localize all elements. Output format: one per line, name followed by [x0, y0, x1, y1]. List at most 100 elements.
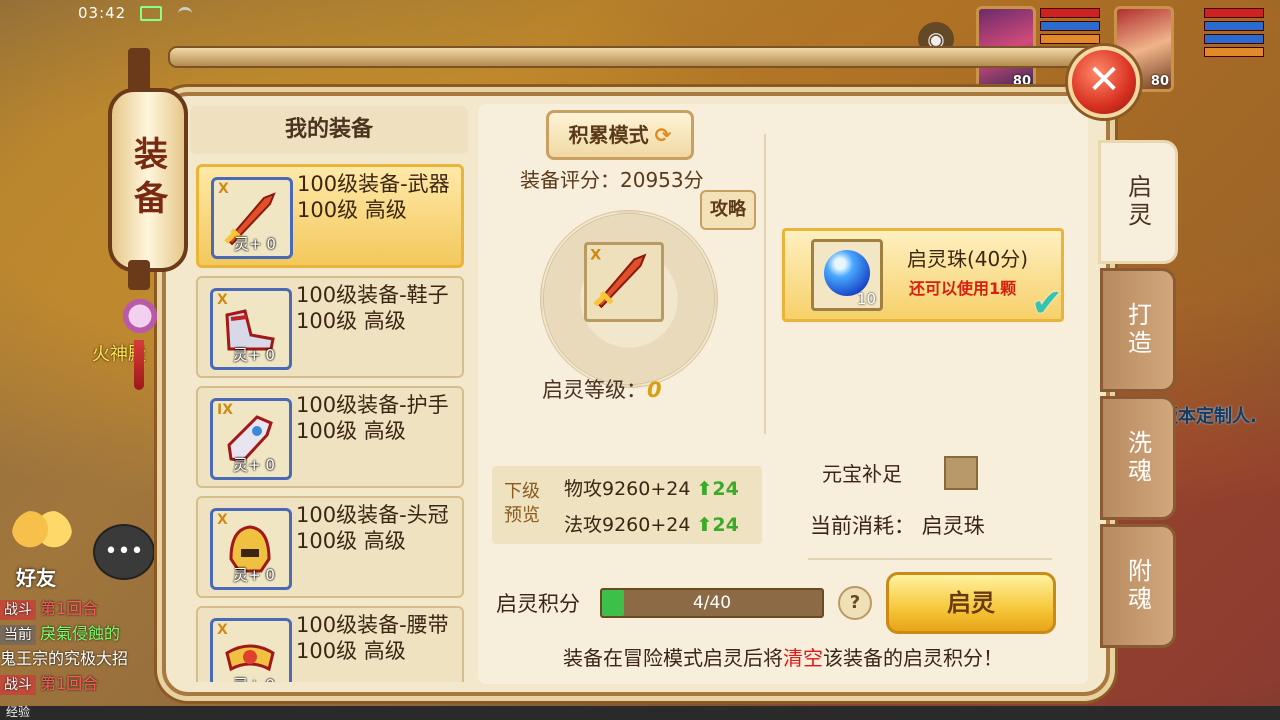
chat-text: 鬼王宗的究极大招	[0, 649, 129, 668]
gem-remaining: 还可以使用1颗	[909, 279, 1017, 298]
chat-log[interactable]: 战斗 第1回合 当前 戾氣侵蝕的 鬼王宗的究极大招 战斗 第1回合	[0, 596, 170, 696]
notice-highlight: 清空	[783, 646, 823, 670]
notice-part: 该装备的启灵积分！	[823, 646, 1003, 670]
item-name: 100级装备-护手	[296, 393, 449, 417]
checkmark-icon: ✔	[1031, 281, 1063, 325]
tab-wash-soul[interactable]: 洗魂	[1100, 396, 1176, 520]
stat-gain: 24	[712, 514, 739, 536]
item-level: 100级 高级	[296, 529, 406, 553]
item-info: 100级装备-护手 100级 高级	[296, 392, 460, 444]
notice-text: 装备在冒险模式启灵后将清空该装备的启灵积分！	[478, 642, 1088, 671]
hp-bar	[1040, 8, 1100, 18]
spirit-points-label: 启灵积分	[496, 592, 580, 616]
chat-line: 鬼王宗的究极大招	[0, 646, 170, 671]
arrow-up-icon: ⬆	[696, 514, 713, 536]
enchant-panel: 积累模式 ⟳ 装备评分：20953分 攻略 X 启灵等级：0 下级预览 物攻926…	[478, 104, 1088, 684]
player-bars	[1204, 8, 1264, 60]
tab-enchant[interactable]: 启灵	[1098, 140, 1178, 264]
chat-text: 戾氣侵蝕的	[40, 624, 121, 643]
item-rank: X	[217, 622, 228, 638]
item-name: 100级装备-鞋子	[296, 283, 449, 307]
equipment-item-belt[interactable]: X 灵+ 0 100级装备-腰带 100级 高级	[196, 606, 464, 682]
chat-line: 战斗 第1回合	[0, 596, 170, 621]
lantern-title: 装备	[108, 88, 188, 272]
item-level: 100级 高级	[296, 639, 406, 663]
equipment-item-boots[interactable]: X 灵+ 0 100级装备-鞋子 100级 高级	[196, 276, 464, 378]
tab-label: 启灵	[1123, 174, 1152, 230]
equipment-item-gauntlet[interactable]: IX 灵+ 0 100级装备-护手 100级 高级	[196, 386, 464, 488]
exp-label: 经验	[6, 705, 31, 719]
tab-attach-soul[interactable]: 附魂	[1100, 524, 1176, 648]
stat-gain: 24	[712, 478, 739, 500]
mode-button-label: 积累模式	[568, 123, 649, 147]
chat-text: 第1回合	[40, 599, 99, 618]
gauntlet-icon: IX 灵+ 0	[210, 398, 292, 480]
refresh-icon: ⟳	[654, 123, 672, 147]
hp-bar	[1204, 8, 1264, 18]
stat-text: 物攻9260+24	[564, 478, 691, 500]
tab-forge[interactable]: 打造	[1100, 268, 1176, 392]
belt-icon: X 灵+ 0	[210, 618, 292, 682]
item-level: 100级 高级	[297, 198, 407, 222]
friend-label[interactable]: 好友	[16, 562, 56, 591]
item-rank: X	[218, 181, 229, 197]
item-info: 100级装备-鞋子 100级 高级	[296, 282, 460, 334]
tab-label: 打造	[1123, 302, 1152, 358]
item-info: 100级装备-头冠 100级 高级	[296, 502, 460, 554]
friend-icon[interactable]	[12, 510, 72, 558]
pet-bars	[1040, 8, 1100, 47]
preview-title: 下级预览	[504, 481, 540, 526]
item-info: 100级装备-武器 100级 高级	[297, 171, 461, 223]
equipment-item-weapon[interactable]: X 灵+ 0 100级装备-武器 100级 高级	[196, 164, 464, 268]
mp-bar	[1040, 21, 1100, 31]
stat-magic-attack: 法攻9260+24 ⬆24	[564, 510, 739, 537]
chat-tag: 战斗	[0, 600, 36, 620]
charm-icon	[120, 296, 160, 336]
close-button[interactable]: ✕	[1068, 46, 1140, 118]
item-level: 100级 高级	[296, 309, 406, 333]
chat-tag: 战斗	[0, 675, 36, 695]
current-cost: 当前消耗： 启灵珠	[810, 514, 985, 538]
clock: 03:42	[78, 4, 127, 22]
chat-line: 当前 戾氣侵蝕的	[0, 621, 170, 646]
selected-equipment-slot[interactable]: X	[584, 242, 664, 322]
chat-text: 第1回合	[40, 674, 99, 693]
gem-count: 10	[856, 290, 876, 308]
ingot-fill-label: 元宝补足	[822, 462, 902, 486]
spirit-gem-card[interactable]: 10 启灵珠(40分) 还可以使用1颗 ✔	[782, 228, 1064, 325]
item-rank: X	[217, 512, 228, 528]
item-spirit-level: 灵+ 0	[234, 235, 276, 253]
spirit-points-progress: 4/40	[600, 588, 824, 618]
mp-bar-2	[1204, 34, 1264, 44]
stat-text: 法攻9260+24	[564, 514, 691, 536]
stat-physical-attack: 物攻9260+24 ⬆24	[564, 474, 739, 501]
equipment-item-helmet[interactable]: X 灵+ 0 100级装备-头冠 100级 高级	[196, 496, 464, 598]
spirit-level-value: 0	[647, 378, 662, 402]
item-name: 100级装备-武器	[297, 172, 450, 196]
sword-icon: X	[590, 247, 647, 309]
chat-line: 战斗 第1回合	[0, 671, 170, 696]
item-rank: X	[217, 292, 228, 308]
divider	[764, 134, 766, 434]
wifi-icon	[177, 7, 192, 20]
lantern-cap	[128, 48, 150, 92]
sword-icon: X 灵+ 0	[211, 177, 293, 259]
divider	[808, 558, 1052, 560]
sp-bar	[1040, 34, 1100, 44]
arrow-up-icon: ⬆	[696, 478, 713, 500]
ingot-fill-checkbox[interactable]	[944, 456, 978, 490]
spirit-level-row: 启灵等级：0	[542, 374, 662, 404]
item-name: 100级装备-头冠	[296, 503, 449, 527]
help-button[interactable]: ?	[838, 586, 872, 620]
helmet-icon: X 灵+ 0	[210, 508, 292, 590]
guide-button[interactable]: 攻略	[700, 190, 756, 230]
status-bar: 03:42	[78, 4, 192, 22]
close-icon: ✕	[1087, 57, 1121, 103]
sp-bar	[1204, 47, 1264, 57]
enchant-button[interactable]: 启灵	[886, 572, 1056, 634]
equipment-score: 装备评分：20953分	[520, 168, 704, 192]
chat-button[interactable]: •••	[93, 524, 155, 580]
equipment-list[interactable]: X 灵+ 0 100级装备-武器 100级 高级 X 灵+ 0 100级装备-鞋…	[196, 164, 464, 682]
accumulate-mode-button[interactable]: 积累模式 ⟳	[546, 110, 694, 160]
exp-bar	[0, 706, 1280, 720]
